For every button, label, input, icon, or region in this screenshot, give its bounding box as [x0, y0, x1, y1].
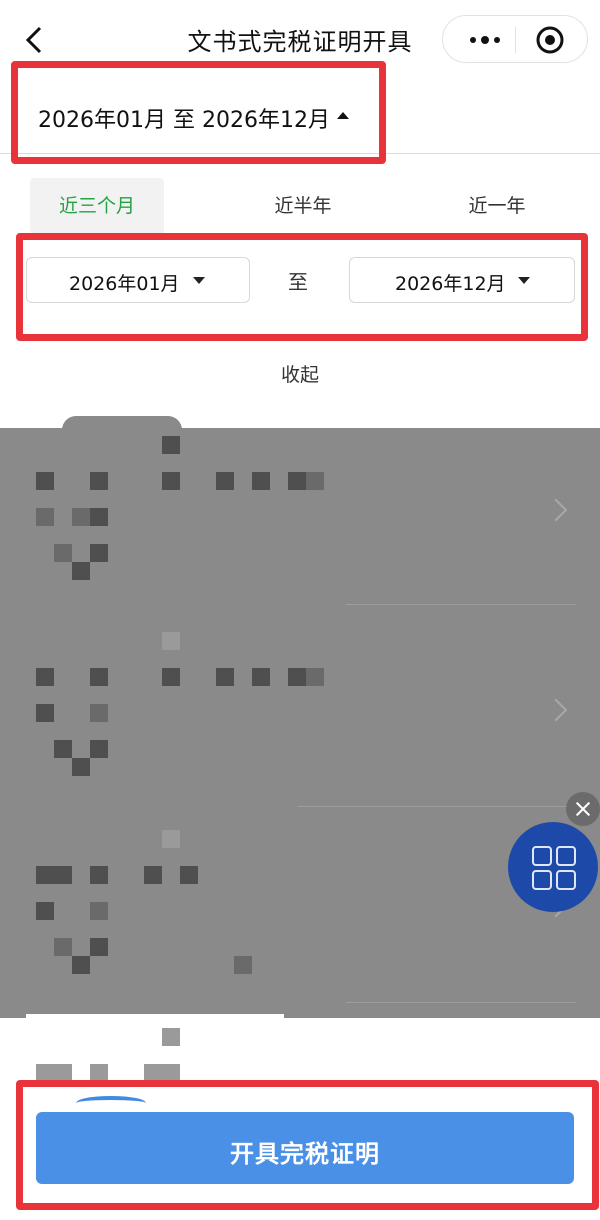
collapse-link[interactable]: 收起: [0, 360, 600, 387]
highlight-box-button: [16, 1080, 599, 1210]
grid-icon: [556, 846, 576, 866]
chevron-right-icon: [544, 498, 568, 522]
grid-icon: [532, 846, 552, 866]
tab-half-year[interactable]: 近半年: [236, 178, 370, 234]
more-dots-icon[interactable]: [465, 28, 505, 52]
capsule-divider: [515, 27, 516, 53]
grid-icon: [556, 870, 576, 890]
chevron-right-icon: [544, 698, 568, 722]
highlight-box-range: [16, 233, 588, 341]
close-floating-icon[interactable]: [566, 792, 600, 826]
grid-icon: [532, 870, 552, 890]
highlight-box-period: [11, 61, 386, 164]
mini-program-capsule: [442, 15, 588, 63]
tab-one-year[interactable]: 近一年: [430, 178, 564, 234]
mosaic-fragment: [162, 1028, 180, 1046]
mosaic-redacted-list: [0, 428, 600, 1018]
floating-menu-button[interactable]: [508, 822, 598, 912]
tab-three-months[interactable]: 近三个月: [30, 178, 164, 234]
close-mini-program-icon[interactable]: [535, 25, 565, 55]
